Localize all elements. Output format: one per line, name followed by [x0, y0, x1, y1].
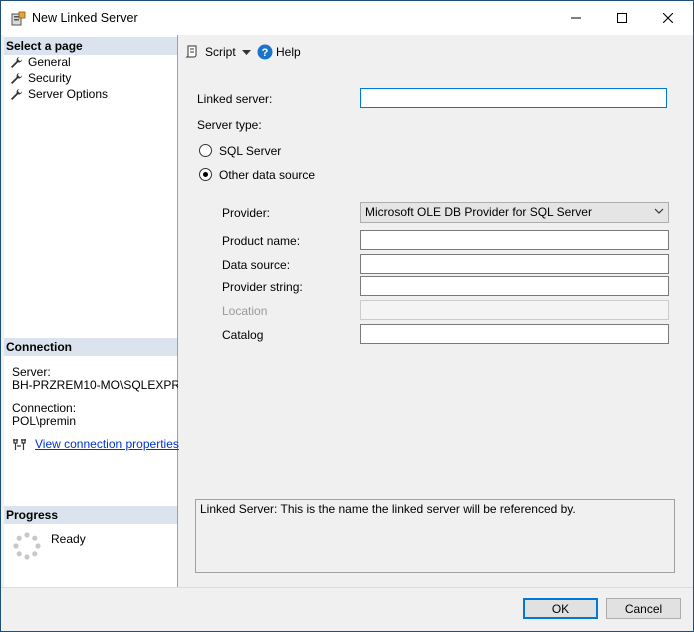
connection-label: Connection: — [12, 401, 77, 415]
server-label: Server: — [12, 365, 51, 379]
script-button[interactable]: Script — [185, 44, 255, 60]
maximize-button[interactable] — [599, 1, 645, 35]
connection-header: Connection — [4, 338, 177, 356]
location-label: Location — [222, 304, 268, 318]
data-source-label: Data source: — [222, 258, 291, 272]
server-type-label: Server type: — [197, 118, 262, 132]
ok-button[interactable]: OK — [523, 598, 598, 619]
provider-string-label: Provider string: — [222, 280, 303, 294]
linked-server-label: Linked server: — [197, 92, 273, 106]
select-page-header: Select a page — [4, 37, 177, 55]
provider-label: Provider: — [222, 206, 271, 220]
linked-server-app-icon — [11, 11, 26, 26]
chevron-down-icon — [654, 208, 664, 214]
location-input — [360, 300, 669, 320]
data-source-input[interactable] — [360, 254, 669, 274]
svg-text:?: ? — [262, 47, 269, 59]
wrench-icon — [11, 73, 22, 84]
sql-server-radio[interactable]: SQL Server — [199, 143, 319, 159]
minimize-button[interactable] — [553, 1, 599, 35]
connection-properties-icon — [13, 439, 26, 450]
description-box: Linked Server: This is the name the link… — [195, 499, 675, 573]
provider-select[interactable]: Microsoft OLE DB Provider for SQL Server — [360, 202, 669, 223]
other-data-source-radio[interactable]: Other data source — [199, 167, 339, 183]
product-name-label: Product name: — [222, 234, 301, 248]
linked-server-input[interactable] — [360, 88, 667, 108]
wrench-icon — [11, 89, 22, 100]
maximize-icon — [617, 13, 627, 23]
wrench-icon — [11, 57, 22, 68]
provider-selected-value: Microsoft OLE DB Provider for SQL Server — [365, 205, 592, 219]
server-value: BH-PRZREM10-MO\SQLEXPRES — [12, 378, 178, 392]
view-connection-properties-link[interactable]: View connection properties — [35, 437, 179, 451]
window-title: New Linked Server — [32, 11, 138, 25]
page-item-label: General — [28, 55, 71, 69]
radio-label: Other data source — [219, 168, 316, 182]
minimize-icon — [571, 17, 581, 19]
progress-status: Ready — [51, 532, 86, 546]
dropdown-arrow-icon[interactable] — [242, 50, 251, 55]
general-page-panel: Script ? Help Linked server: Server type… — [179, 35, 690, 587]
close-icon — [663, 13, 673, 23]
close-button[interactable] — [645, 1, 691, 35]
progress-spinner-icon — [13, 532, 41, 560]
help-button[interactable]: ? Help — [257, 44, 307, 60]
catalog-input[interactable] — [360, 324, 669, 344]
page-item-label: Server Options — [28, 87, 109, 101]
help-icon: ? — [257, 44, 273, 60]
progress-header: Progress — [4, 506, 177, 524]
radio-label: SQL Server — [219, 144, 282, 158]
page-item-label: Security — [28, 71, 72, 85]
radio-circle — [199, 144, 212, 157]
provider-string-input[interactable] — [360, 276, 669, 296]
script-icon — [185, 45, 197, 58]
connection-value: POL\premin — [12, 414, 77, 428]
cancel-button[interactable]: Cancel — [606, 598, 681, 619]
button-bar: OK Cancel — [1, 587, 693, 631]
title-bar[interactable]: New Linked Server — [1, 1, 693, 35]
catalog-label: Catalog — [222, 328, 264, 342]
script-label: Script — [205, 45, 236, 59]
radio-selected-dot — [203, 172, 208, 177]
product-name-input[interactable] — [360, 230, 669, 250]
toolbar: Script ? Help — [179, 35, 690, 67]
new-linked-server-dialog: New Linked Server Select a page General — [0, 0, 694, 632]
left-panel: Select a page General Security Server Op… — [4, 35, 179, 587]
radio-circle — [199, 168, 212, 181]
help-label: Help — [276, 45, 301, 59]
